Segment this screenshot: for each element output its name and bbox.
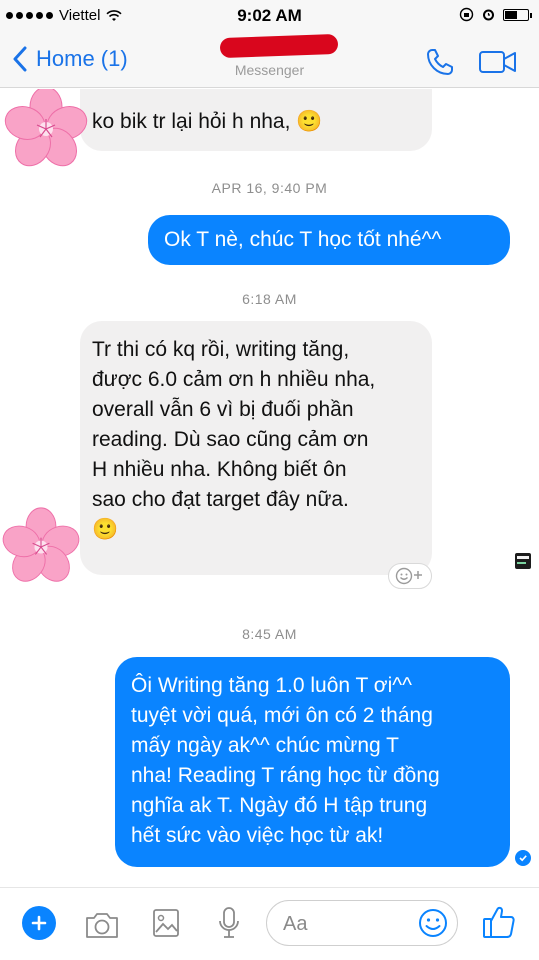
timestamp: 6:18 AM: [242, 291, 297, 307]
plus-button[interactable]: [22, 906, 56, 940]
timestamp: 8:45 AM: [242, 626, 297, 642]
delivered-check-icon: [515, 850, 531, 866]
plus-icon: [31, 915, 47, 931]
camera-icon[interactable]: [84, 910, 120, 940]
microphone-icon[interactable]: [218, 906, 240, 940]
status-bar: Viettel 9:02 AM: [0, 0, 539, 34]
emoji-plus-icon: [395, 567, 422, 585]
timestamp: APR 16, 9:40 PM: [211, 180, 328, 196]
battery-icon: [503, 8, 532, 21]
status-right: [459, 7, 532, 22]
emoji-icon[interactable]: [417, 907, 449, 939]
header-subtitle: Messenger: [234, 62, 305, 78]
outgoing-message[interactable]: Ok T nè, chúc T học tốt nhé^^: [148, 215, 510, 265]
phone-icon[interactable]: [424, 46, 456, 78]
alarm-icon: [483, 9, 494, 21]
message-text: ko bik tr lại hỏi h nha, 🙂: [92, 110, 323, 133]
message-list[interactable]: ko bik tr lại hỏi h nha, 🙂 APR 16, 9:40 …: [0, 89, 539, 887]
read-receipt-avatar-icon: [515, 553, 531, 569]
cherry-blossom-sticker: [2, 507, 80, 582]
video-camera-icon[interactable]: [478, 49, 518, 75]
incoming-message[interactable]: Tr thi có kq rồi, writing tăng, được 6.0…: [80, 321, 432, 575]
incoming-message[interactable]: ko bik tr lại hỏi h nha, 🙂: [80, 89, 432, 151]
add-reaction-button[interactable]: [388, 563, 432, 589]
orientation-lock-icon: [459, 7, 474, 22]
contact-name-redaction: [219, 33, 339, 59]
composer-bar: [0, 887, 539, 960]
message-text: Ok T nè, chúc T học tốt nhé^^: [164, 228, 442, 251]
message-input[interactable]: [283, 909, 413, 939]
message-text: Ôi Writing tăng 1.0 luôn T ơi^^ tuyệt vờ…: [131, 674, 440, 847]
message-input-container[interactable]: [266, 900, 458, 946]
message-text: Tr thi có kq rồi, writing tăng, được 6.0…: [92, 338, 376, 541]
conversation-header: Home (1) Messenger: [0, 33, 539, 88]
outgoing-message[interactable]: Ôi Writing tăng 1.0 luôn T ơi^^ tuyệt vờ…: [115, 657, 510, 867]
image-icon[interactable]: [152, 908, 180, 938]
like-icon[interactable]: [482, 904, 516, 940]
cherry-blossom-sticker: [4, 89, 88, 167]
